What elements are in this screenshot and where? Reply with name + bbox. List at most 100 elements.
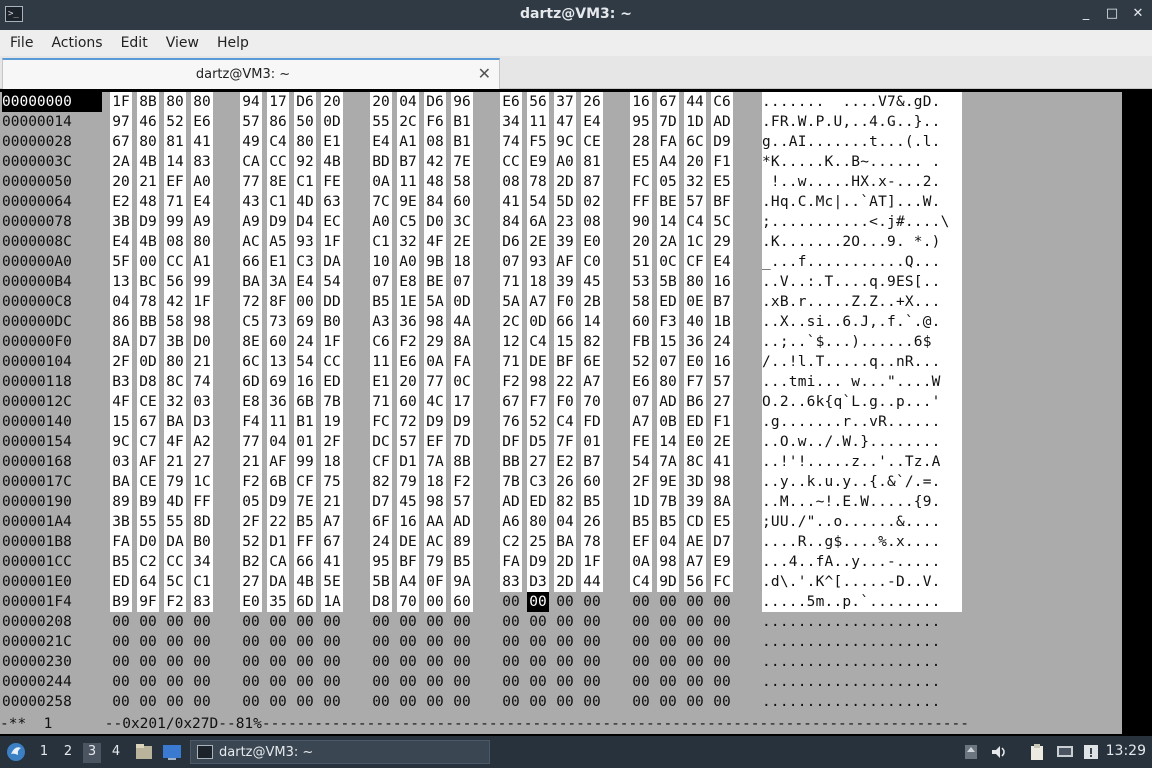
hex-byte[interactable]: 87 bbox=[581, 172, 603, 192]
hex-byte[interactable]: 60 bbox=[267, 332, 289, 352]
hex-byte[interactable]: 21 bbox=[240, 452, 262, 472]
hex-byte[interactable]: 00 bbox=[110, 632, 132, 652]
hex-byte[interactable]: D9 bbox=[451, 412, 473, 432]
taskbar-window-terminal[interactable]: dartz@VM3: ~ bbox=[190, 740, 490, 764]
hex-byte[interactable]: 21 bbox=[191, 352, 213, 372]
terminal-view[interactable]: -** 1 --0x201/0x27D--81%----------------… bbox=[0, 90, 1152, 736]
hex-byte[interactable]: D0 bbox=[191, 332, 213, 352]
hex-byte[interactable]: 0D bbox=[527, 312, 549, 332]
hex-byte[interactable]: AC bbox=[424, 532, 446, 552]
hex-byte[interactable]: 0A bbox=[630, 552, 652, 572]
hex-byte[interactable]: 39 bbox=[684, 492, 706, 512]
hex-byte[interactable]: 80 bbox=[191, 232, 213, 252]
hex-byte[interactable]: 00 bbox=[370, 692, 392, 712]
hex-byte[interactable]: B3 bbox=[110, 372, 132, 392]
hex-byte[interactable]: 00 bbox=[451, 692, 473, 712]
hex-byte[interactable]: 17 bbox=[267, 92, 289, 112]
hex-row[interactable]: 00000140 15 67 BA D3 F4 11 B1 19 FC 72 D9 D9 76 52 C4 FD… bbox=[0, 412, 1122, 432]
hex-row[interactable]: 000001F4 B9 9F F2 83 E0 35 6D 1A D8 70 00 60 00 00 00 00… bbox=[0, 592, 1122, 612]
hex-byte[interactable]: 00 bbox=[684, 692, 706, 712]
hex-byte[interactable]: A7 bbox=[527, 292, 549, 312]
hex-byte[interactable]: 13 bbox=[110, 272, 132, 292]
hex-byte[interactable]: AD bbox=[500, 492, 522, 512]
hex-byte[interactable]: 5D bbox=[554, 192, 576, 212]
hex-byte[interactable]: C1 bbox=[191, 572, 213, 592]
hex-byte[interactable]: 00 bbox=[137, 632, 159, 652]
hex-byte[interactable]: 94 bbox=[240, 92, 262, 112]
ascii-column[interactable]: ..V..:.T....q.9ES[.. bbox=[762, 272, 962, 292]
hex-byte[interactable]: F6 bbox=[424, 112, 446, 132]
hex-byte[interactable]: 00 bbox=[397, 632, 419, 652]
hex-row[interactable]: 000001E0 ED 64 5C C1 27 DA 4B 5E 5B A4 0F 9A 83 D3 2D 44… bbox=[0, 572, 1122, 592]
hex-byte[interactable]: 45 bbox=[581, 272, 603, 292]
hex-byte[interactable]: 78 bbox=[137, 292, 159, 312]
hex-byte[interactable]: 71 bbox=[370, 392, 392, 412]
minimize-button[interactable]: _ bbox=[1078, 5, 1094, 23]
hex-byte[interactable]: BE bbox=[657, 192, 679, 212]
hex-byte[interactable]: 04 bbox=[267, 432, 289, 452]
hex-byte[interactable]: 05 bbox=[657, 172, 679, 192]
hex-byte[interactable]: 00 bbox=[110, 652, 132, 672]
hex-row[interactable]: 000000DC 86 BB 58 98 C5 73 69 B0 A3 36 98 4A 2C 0D 66 14… bbox=[0, 312, 1122, 332]
hex-byte[interactable]: 00 bbox=[527, 672, 549, 692]
hex-byte[interactable]: C4 bbox=[267, 132, 289, 152]
hex-byte[interactable]: AE bbox=[684, 532, 706, 552]
hex-byte[interactable]: 82 bbox=[554, 492, 576, 512]
hex-byte[interactable]: 41 bbox=[500, 192, 522, 212]
clipboard-icon[interactable] bbox=[1028, 743, 1046, 761]
hex-byte[interactable]: 82 bbox=[370, 472, 392, 492]
hex-byte[interactable]: 67 bbox=[137, 412, 159, 432]
ascii-column[interactable]: ...tmi... w..."....W bbox=[762, 372, 962, 392]
hex-byte[interactable]: 00 bbox=[581, 632, 603, 652]
hex-byte[interactable]: DA bbox=[164, 532, 186, 552]
hex-byte[interactable]: 42 bbox=[424, 152, 446, 172]
ascii-column[interactable]: ..!'!.....z..'..Tz.A bbox=[762, 452, 962, 472]
hex-byte[interactable]: 80 bbox=[657, 372, 679, 392]
hex-byte[interactable]: AD bbox=[657, 392, 679, 412]
hex-byte[interactable]: 00 bbox=[267, 612, 289, 632]
hex-byte[interactable]: 00 bbox=[630, 612, 652, 632]
ascii-column[interactable]: !..w.....HX.x-...2. bbox=[762, 172, 962, 192]
hex-byte[interactable]: 04 bbox=[397, 92, 419, 112]
hex-byte[interactable]: 11 bbox=[527, 112, 549, 132]
hex-byte[interactable]: BF bbox=[397, 552, 419, 572]
hex-byte[interactable]: 16 bbox=[711, 272, 733, 292]
hex-byte[interactable]: E8 bbox=[397, 272, 419, 292]
hex-byte[interactable]: 89 bbox=[110, 492, 132, 512]
hex-byte[interactable]: 76 bbox=[500, 412, 522, 432]
hex-byte[interactable]: 1F bbox=[110, 92, 132, 112]
hex-byte[interactable]: 93 bbox=[294, 232, 316, 252]
hex-byte[interactable]: 69 bbox=[294, 312, 316, 332]
hex-byte[interactable]: C3 bbox=[527, 472, 549, 492]
hex-byte[interactable]: 00 bbox=[684, 592, 706, 612]
hex-byte[interactable]: C4 bbox=[527, 332, 549, 352]
hex-byte[interactable]: A1 bbox=[397, 132, 419, 152]
ascii-column[interactable]: .xB.r.....Z.Z..+X... bbox=[762, 292, 962, 312]
workspace-1[interactable]: 1 bbox=[35, 743, 53, 763]
ascii-column[interactable]: .................... bbox=[762, 652, 962, 672]
hex-byte[interactable]: 00 bbox=[451, 612, 473, 632]
hex-byte[interactable]: 00 bbox=[164, 612, 186, 632]
hex-byte[interactable]: 04 bbox=[554, 512, 576, 532]
hex-byte[interactable]: C6 bbox=[711, 92, 733, 112]
hex-byte[interactable]: C4 bbox=[684, 212, 706, 232]
hex-byte[interactable]: BA bbox=[164, 412, 186, 432]
hex-byte[interactable]: F7 bbox=[527, 392, 549, 412]
hex-byte[interactable]: 63 bbox=[321, 192, 343, 212]
hex-byte[interactable]: 1D bbox=[630, 492, 652, 512]
hex-byte[interactable]: 00 bbox=[137, 612, 159, 632]
hex-byte[interactable]: 11 bbox=[370, 352, 392, 372]
hex-byte[interactable]: 8A bbox=[451, 332, 473, 352]
hex-byte[interactable]: 15 bbox=[110, 412, 132, 432]
hex-byte[interactable]: DA bbox=[321, 252, 343, 272]
hex-byte[interactable]: 4C bbox=[424, 392, 446, 412]
hex-byte[interactable]: 00 bbox=[267, 632, 289, 652]
hex-byte[interactable]: 57 bbox=[240, 112, 262, 132]
hex-byte[interactable]: 2D bbox=[554, 552, 576, 572]
hex-byte[interactable]: 54 bbox=[321, 272, 343, 292]
hex-byte[interactable]: 00 bbox=[321, 672, 343, 692]
hex-byte[interactable]: 26 bbox=[581, 512, 603, 532]
hex-byte[interactable]: 00 bbox=[684, 652, 706, 672]
hex-byte[interactable]: 18 bbox=[424, 472, 446, 492]
hex-byte[interactable]: 8D bbox=[191, 512, 213, 532]
